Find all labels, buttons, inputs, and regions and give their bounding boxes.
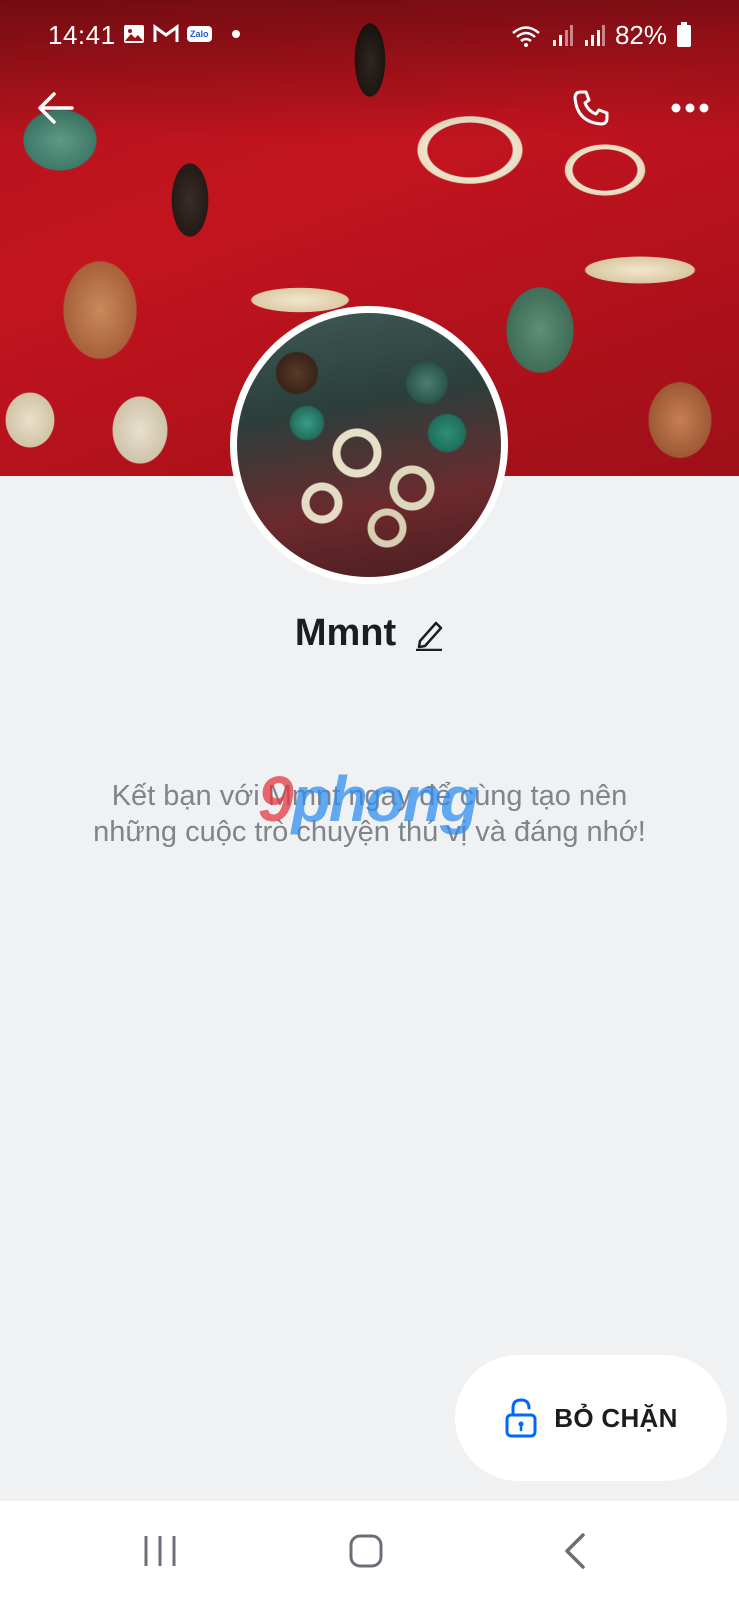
watermark: 9phong: [258, 762, 479, 836]
unblock-label: BỎ CHẶN: [554, 1402, 678, 1433]
unblock-button[interactable]: BỎ CHẶN: [455, 1355, 727, 1481]
recents-button[interactable]: [130, 1529, 190, 1573]
zalo-icon: Zalo: [187, 26, 212, 42]
avatar[interactable]: [237, 313, 501, 577]
chevron-left-icon: [565, 1533, 585, 1569]
profile-name: Mmnt: [294, 612, 397, 654]
more-horizontal-icon: [671, 103, 709, 113]
edit-name-button[interactable]: [414, 617, 444, 651]
watermark-part-2: phong: [291, 763, 479, 835]
system-back-button[interactable]: [545, 1529, 605, 1573]
status-bar: 14:41 Zalo 82%: [0, 14, 739, 58]
watermark-part-1: 9: [258, 763, 294, 835]
gallery-icon: [124, 25, 144, 43]
avatar-frame[interactable]: [230, 306, 508, 584]
profile-name-row: Mmnt: [0, 612, 739, 655]
status-right: 82%: [511, 20, 691, 51]
call-button[interactable]: [563, 80, 619, 136]
home-icon: [349, 1534, 383, 1568]
wifi-icon: [512, 25, 540, 47]
signal-icon-2: [584, 24, 605, 46]
pencil-icon: [416, 621, 443, 651]
more-button[interactable]: [662, 80, 718, 136]
system-navigation-bar: [0, 1501, 739, 1600]
unlock-icon: [505, 1398, 537, 1438]
notification-icons: Zalo: [123, 24, 240, 44]
recents-icon: [144, 1536, 176, 1566]
home-button[interactable]: [336, 1529, 396, 1573]
gmail-icon: [153, 24, 179, 42]
arrow-left-icon: [38, 92, 74, 124]
signal-icon-1: [552, 24, 573, 46]
back-button[interactable]: [28, 80, 84, 136]
phone-icon: [573, 90, 609, 126]
status-time: 14:41: [48, 20, 116, 50]
more-notifications-dot: [231, 30, 240, 38]
battery-icon: [677, 21, 691, 47]
battery-percent: 82%: [614, 20, 667, 50]
